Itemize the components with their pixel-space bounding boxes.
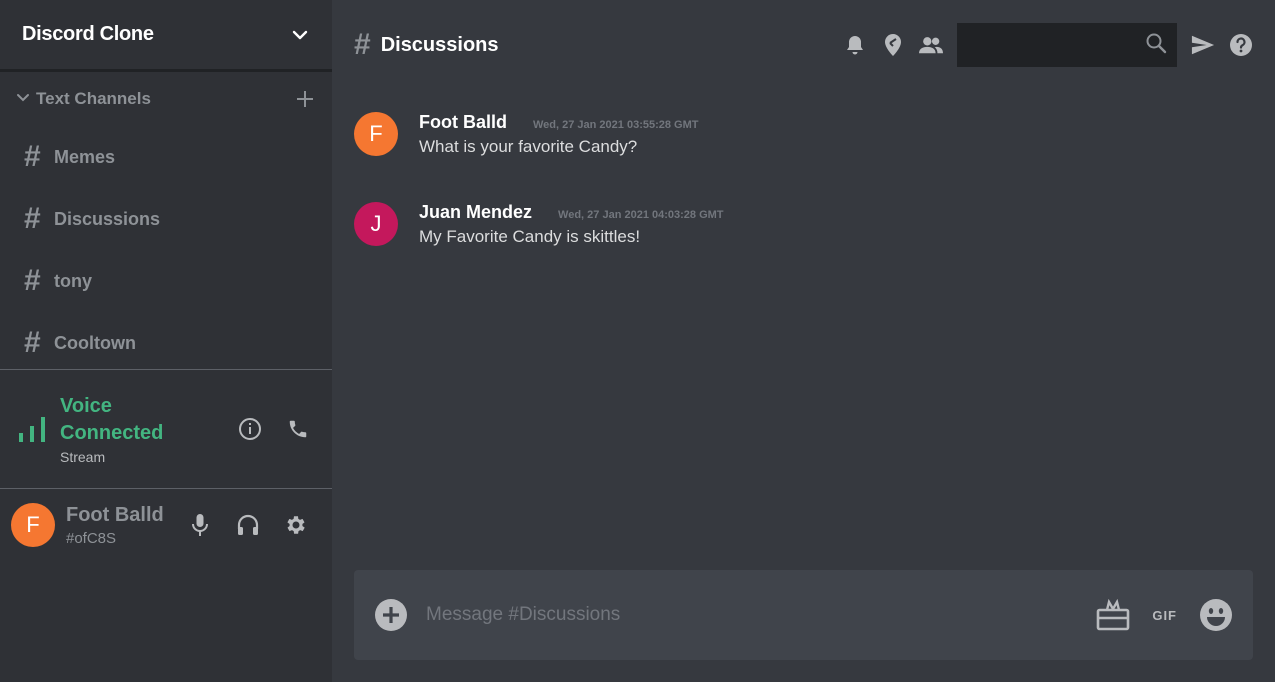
emoji-icon[interactable] [1199, 598, 1233, 632]
pin-icon[interactable] [881, 33, 905, 57]
hash-icon: # [24, 326, 41, 359]
microphone-icon[interactable] [188, 513, 212, 537]
channel-item-cooltown[interactable]: # Cooltown [0, 312, 332, 374]
channel-topbar: # Discussions [332, 0, 1275, 90]
bell-icon[interactable] [843, 33, 867, 57]
sidebar: Discord Clone Text Channels # Memes # Di… [0, 0, 332, 682]
help-icon[interactable] [1229, 33, 1253, 57]
voice-panel: Voice Connected Stream [0, 369, 332, 489]
user-tag: #ofC8S [66, 529, 117, 547]
gear-icon[interactable] [284, 513, 308, 537]
message-author[interactable]: Foot Balld [419, 112, 507, 133]
message-text: What is your favorite Candy? [419, 137, 638, 156]
members-icon[interactable] [919, 33, 943, 57]
channels-section-title: Text Channels [36, 89, 151, 108]
gift-icon[interactable] [1096, 598, 1130, 632]
avatar[interactable]: F [11, 503, 55, 547]
hash-icon: # [24, 140, 41, 173]
chevron-down-icon[interactable] [16, 90, 30, 108]
channels-section-header[interactable]: Text Channels [0, 72, 332, 126]
send-icon[interactable] [1191, 33, 1215, 57]
voice-stream-label: Stream [60, 449, 106, 465]
info-icon[interactable] [238, 417, 262, 441]
message-item: F Foot Balld Wed, 27 Jan 2021 03:55:28 G… [354, 100, 1253, 190]
channel-label: tony [54, 270, 92, 291]
server-name: Discord Clone [22, 23, 154, 45]
channel-label: Cooltown [54, 332, 136, 353]
channel-item-tony[interactable]: # tony [0, 250, 332, 312]
phone-icon[interactable] [286, 417, 310, 441]
message-input[interactable] [426, 604, 1097, 626]
signal-bars-icon [18, 415, 46, 443]
avatar[interactable]: F [354, 112, 398, 156]
message-text: My Favorite Candy is skittles! [419, 227, 641, 246]
hash-icon: # [24, 264, 41, 297]
chevron-down-icon[interactable] [290, 25, 310, 45]
hash-icon: # [354, 28, 371, 61]
user-panel: F Foot Balld #ofC8S [0, 490, 332, 560]
search-input[interactable] [957, 23, 1177, 67]
channel-item-memes[interactable]: # Memes [0, 126, 332, 188]
channel-label: Memes [54, 146, 116, 167]
plus-icon[interactable] [294, 88, 316, 110]
server-header[interactable]: Discord Clone [0, 0, 332, 72]
channel-item-discussions[interactable]: # Discussions [0, 188, 332, 250]
message-list: F Foot Balld Wed, 27 Jan 2021 03:55:28 G… [354, 100, 1253, 280]
message-composer: GIF [354, 570, 1253, 660]
message-item: J Juan Mendez Wed, 27 Jan 2021 04:03:28 … [354, 190, 1253, 280]
avatar[interactable]: J [354, 202, 398, 246]
message-timestamp: Wed, 27 Jan 2021 03:55:28 GMT [533, 119, 699, 131]
headphones-icon[interactable] [236, 513, 260, 537]
gif-button[interactable]: GIF [1148, 608, 1181, 623]
voice-status: Voice Connected [60, 395, 164, 444]
message-timestamp: Wed, 27 Jan 2021 04:03:28 GMT [558, 209, 724, 221]
user-name: Foot Balld [66, 503, 164, 526]
search-icon[interactable] [1145, 32, 1167, 59]
add-circle-icon[interactable] [374, 598, 408, 632]
channel-label: Discussions [54, 208, 161, 229]
channel-list: # Memes # Discussions # tony # Cooltown [0, 126, 332, 374]
channel-title: Discussions [380, 33, 499, 56]
main-panel: # Discussions F Foot Balld Wed, 27 Jan 2… [332, 0, 1275, 682]
message-author[interactable]: Juan Mendez [419, 202, 532, 223]
hash-icon: # [24, 202, 41, 235]
